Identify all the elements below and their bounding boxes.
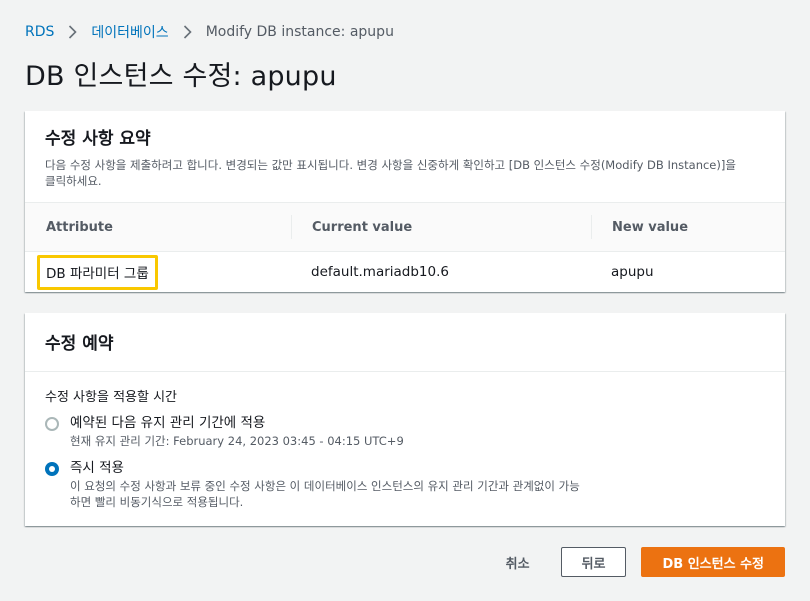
new-value-cell: apupu: [611, 264, 654, 280]
radio-label: 즉시 적용: [70, 460, 124, 476]
summary-table: Attribute Current value New value DB 파라미…: [25, 202, 785, 292]
form-actions: 취소 뒤로 DB 인스턴스 수정: [488, 547, 785, 577]
radio-option-apply-immediately[interactable]: 즉시 적용 이 요청의 수정 사항과 보류 중인 수정 사항은 이 데이터베이스…: [45, 458, 765, 510]
radio-button-selected[interactable]: [45, 462, 59, 476]
schedule-header: 수정 예약: [25, 313, 785, 372]
radio-option-maintenance-window[interactable]: 예약된 다음 유지 관리 기간에 적용 현재 유지 관리 기간: Februar…: [45, 413, 765, 449]
cancel-button[interactable]: 취소: [488, 553, 548, 572]
radio-button[interactable]: [45, 417, 59, 431]
radio-description: 현재 유지 관리 기간: February 24, 2023 03:45 - 0…: [70, 434, 404, 448]
attribute-cell: DB 파라미터 그룹: [25, 254, 291, 290]
back-button[interactable]: 뒤로: [560, 547, 627, 577]
summary-header: 수정 사항 요약 다음 수정 사항을 제출하려고 합니다. 변경되는 값만 표시…: [25, 111, 785, 189]
summary-title: 수정 사항 요약: [45, 129, 151, 149]
column-header-new-value: New value: [591, 215, 785, 239]
chevron-right-icon: [68, 25, 78, 39]
summary-panel: 수정 사항 요약 다음 수정 사항을 제출하려고 합니다. 변경되는 값만 표시…: [25, 111, 785, 292]
page-title: DB 인스턴스 수정: apupu: [25, 61, 337, 92]
column-header-current-value: Current value: [291, 215, 591, 239]
apply-time-label: 수정 사항을 적용할 시간: [45, 390, 177, 405]
breadcrumb-rds-link[interactable]: RDS: [25, 24, 54, 40]
schedule-body: 수정 사항을 적용할 시간 예약된 다음 유지 관리 기간에 적용 현재 유지 …: [25, 372, 785, 510]
breadcrumb-current: Modify DB instance: apupu: [205, 24, 394, 40]
schedule-title: 수정 예약: [45, 334, 114, 354]
radio-description: 이 요청의 수정 사항과 보류 중인 수정 사항은 이 데이터베이스 인스턴스의…: [70, 479, 580, 509]
column-header-attribute: Attribute: [46, 219, 113, 235]
chevron-right-icon: [183, 25, 192, 39]
schedule-panel: 수정 예약 수정 사항을 적용할 시간 예약된 다음 유지 관리 기간에 적용 …: [25, 313, 785, 526]
table-header-row: Attribute Current value New value: [25, 203, 785, 252]
breadcrumb: RDS 데이터베이스 Modify DB instance: apupu: [25, 22, 394, 42]
modify-db-instance-button[interactable]: DB 인스턴스 수정: [641, 547, 785, 577]
summary-description: 다음 수정 사항을 제출하려고 합니다. 변경되는 값만 표시됩니다. 변경 사…: [45, 158, 736, 188]
radio-label: 예약된 다음 유지 관리 기간에 적용: [70, 415, 266, 431]
breadcrumb-databases-link[interactable]: 데이터베이스: [91, 22, 168, 42]
current-value-cell: default.mariadb10.6: [311, 264, 449, 280]
highlighted-attribute: DB 파라미터 그룹: [37, 254, 158, 290]
table-row: DB 파라미터 그룹 default.mariadb10.6 apupu: [25, 252, 785, 292]
